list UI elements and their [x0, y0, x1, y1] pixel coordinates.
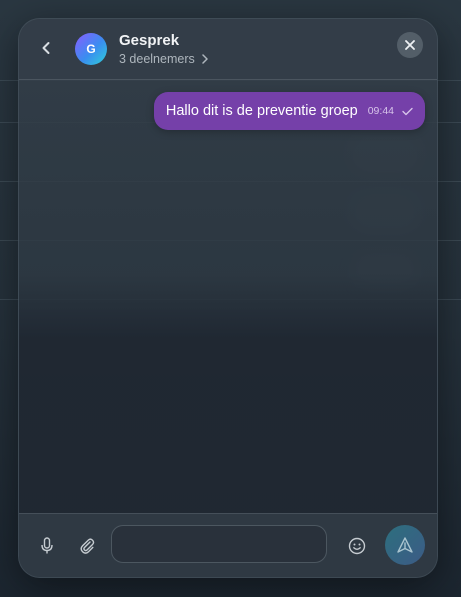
send-icon: [397, 537, 413, 553]
back-button[interactable]: [35, 37, 57, 59]
smiley-icon: [348, 537, 366, 555]
chat-title: Gesprek: [119, 32, 180, 49]
check-icon: [402, 107, 413, 115]
send-button[interactable]: [385, 525, 425, 565]
attach-button[interactable]: [75, 534, 99, 558]
message-composer: [19, 513, 437, 577]
microphone-icon: [41, 537, 53, 554]
microphone-button[interactable]: [35, 534, 59, 558]
sent-message[interactable]: Hallo dit is de preventie groep 09:44: [153, 92, 425, 130]
message-time: 09:44: [367, 105, 394, 117]
chat-panel: G Gesprek 3 deelnemers Hallo dit is de p…: [18, 18, 438, 578]
chevron-left-icon: [42, 42, 50, 54]
message-input[interactable]: [111, 525, 327, 563]
close-button[interactable]: [397, 32, 423, 58]
avatar: G: [75, 33, 107, 65]
participants-link[interactable]: 3 deelnemers: [119, 52, 209, 66]
paperclip-icon: [80, 538, 95, 554]
chevron-right-icon: [202, 54, 208, 64]
close-icon: [405, 40, 415, 50]
emoji-button[interactable]: [345, 534, 369, 558]
message-text: Hallo dit is de preventie groep: [165, 103, 358, 119]
participants-count: 3 deelnemers: [119, 52, 195, 66]
message-area: [19, 79, 437, 513]
chat-header: G Gesprek 3 deelnemers: [19, 19, 437, 80]
